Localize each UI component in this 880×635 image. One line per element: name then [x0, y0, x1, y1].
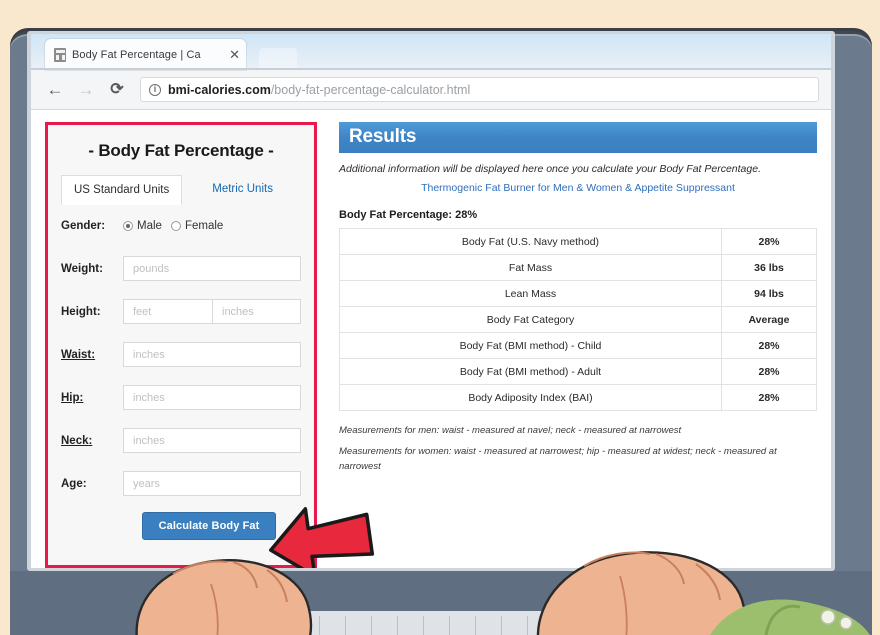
- result-value: Average: [721, 306, 817, 334]
- waist-row: Waist: inches: [61, 340, 301, 369]
- web-page-content: - Body Fat Percentage - US Standard Unit…: [31, 110, 831, 568]
- table-row: Body Adiposity Index (BAI) 28%: [339, 384, 817, 412]
- height-inches-input[interactable]: inches: [212, 299, 301, 324]
- result-value: 36 lbs: [721, 254, 817, 282]
- neck-label: Neck:: [61, 434, 93, 447]
- height-label: Height:: [61, 305, 101, 318]
- hip-label: Hip:: [61, 391, 84, 404]
- results-footnotes: Measurements for men: waist - measured a…: [339, 423, 817, 474]
- gender-male-label: Male: [137, 219, 162, 232]
- result-value: 28%: [721, 228, 817, 256]
- address-bar[interactable]: i bmi-calories.com/body-fat-percentage-c…: [140, 77, 819, 102]
- height-row: Height: feet inches: [61, 297, 301, 326]
- browser-tab[interactable]: Body Fat Percentage | Ca ✕: [45, 39, 246, 70]
- tab-us-standard-units[interactable]: US Standard Units: [61, 175, 183, 205]
- results-panel: Results Additional information will be d…: [317, 122, 817, 568]
- body-fat-calculator-form: - Body Fat Percentage - US Standard Unit…: [45, 122, 375, 568]
- result-label: Body Fat (BMI method) - Child: [339, 332, 722, 360]
- table-row: Body Fat Category Average: [339, 306, 817, 334]
- age-input[interactable]: years: [123, 471, 301, 496]
- calculate-body-fat-button[interactable]: Calculate Body Fat: [141, 512, 277, 540]
- height-feet-input[interactable]: feet: [123, 299, 212, 324]
- radio-selected-icon[interactable]: [123, 220, 133, 231]
- browser-tab-title: Body Fat Percentage | Ca: [72, 48, 201, 61]
- back-icon[interactable]: ←: [43, 78, 67, 102]
- waist-input[interactable]: inches: [123, 342, 301, 367]
- height-inputs: feet inches: [123, 299, 301, 324]
- results-header: Results: [339, 122, 817, 153]
- footnote-men: Measurements for men: waist - measured a…: [339, 425, 682, 437]
- sponsored-ad-link[interactable]: Thermogenic Fat Burner for Men & Women &…: [353, 181, 803, 196]
- unit-system-tabs: US Standard Units Metric Units: [61, 175, 301, 205]
- calculator-icon: [54, 47, 66, 62]
- browser-window: Body Fat Percentage | Ca ✕ ← → ⟳ i bmi-c…: [31, 34, 831, 568]
- new-tab-button[interactable]: [259, 48, 297, 70]
- weight-row: Weight: pounds: [61, 254, 301, 283]
- result-label: Body Fat (BMI method) - Adult: [339, 358, 722, 386]
- neck-row: Neck: inches: [61, 426, 301, 455]
- submit-row: Calculate Body Fat: [61, 512, 301, 540]
- browser-tab-strip: Body Fat Percentage | Ca ✕: [31, 34, 831, 70]
- neck-input[interactable]: inches: [123, 428, 301, 453]
- table-row: Body Fat (BMI method) - Child 28%: [339, 332, 817, 360]
- result-value: 28%: [721, 332, 817, 360]
- result-label: Body Fat (U.S. Navy method): [339, 228, 722, 256]
- result-label: Lean Mass: [339, 280, 722, 308]
- waist-label: Waist:: [61, 348, 96, 361]
- gender-option-female[interactable]: Female: [170, 219, 224, 232]
- gender-label: Gender:: [61, 219, 106, 232]
- result-label: Body Adiposity Index (BAI): [339, 384, 722, 412]
- tab-metric-units[interactable]: Metric Units: [182, 175, 285, 205]
- close-icon[interactable]: ✕: [225, 48, 240, 61]
- table-row: Lean Mass 94 lbs: [339, 280, 817, 308]
- reload-icon[interactable]: ⟳: [105, 78, 129, 102]
- weight-input[interactable]: pounds: [123, 256, 301, 281]
- browser-toolbar: ← → ⟳ i bmi-calories.com/body-fat-percen…: [31, 70, 831, 110]
- footnote-women: Measurements for women: waist - measured…: [339, 445, 777, 472]
- hip-input[interactable]: inches: [123, 385, 301, 410]
- laptop-keyboard: [205, 611, 625, 635]
- body-fat-percentage-summary: Body Fat Percentage: 28%: [339, 209, 478, 222]
- results-note: Additional information will be displayed…: [339, 163, 761, 175]
- result-value: 28%: [721, 358, 817, 386]
- url-path: /body-fat-percentage-calculator.html: [270, 82, 471, 97]
- hip-row: Hip: inches: [61, 383, 301, 412]
- url-host: bmi-calories.com: [168, 82, 271, 97]
- illustration-scene: Body Fat Percentage | Ca ✕ ← → ⟳ i bmi-c…: [0, 0, 880, 635]
- age-row: Age: years: [61, 469, 301, 498]
- table-row: Fat Mass 36 lbs: [339, 254, 817, 282]
- table-row: Body Fat (U.S. Navy method) 28%: [339, 228, 817, 256]
- gender-radio-group: Male Female: [123, 220, 223, 232]
- page-title: - Body Fat Percentage -: [88, 141, 274, 160]
- gender-row: Gender: Male Female: [61, 211, 301, 240]
- result-label: Body Fat Category: [339, 306, 722, 334]
- radio-unselected-icon[interactable]: [170, 220, 181, 231]
- result-value: 94 lbs: [721, 280, 817, 308]
- result-label: Fat Mass: [339, 254, 722, 282]
- table-row: Body Fat (BMI method) - Adult 28%: [339, 358, 817, 386]
- age-label: Age:: [61, 477, 87, 490]
- result-value: 28%: [721, 384, 817, 412]
- desk-plant-decoration: [710, 599, 870, 635]
- gender-option-male[interactable]: Male: [123, 220, 162, 232]
- forward-icon[interactable]: →: [74, 78, 98, 102]
- results-table: Body Fat (U.S. Navy method) 28% Fat Mass…: [339, 228, 817, 412]
- site-info-icon[interactable]: i: [149, 83, 161, 96]
- weight-label: Weight:: [61, 262, 103, 275]
- address-bar-url: bmi-calories.com/body-fat-percentage-cal…: [168, 83, 470, 97]
- gender-female-label: Female: [184, 219, 224, 232]
